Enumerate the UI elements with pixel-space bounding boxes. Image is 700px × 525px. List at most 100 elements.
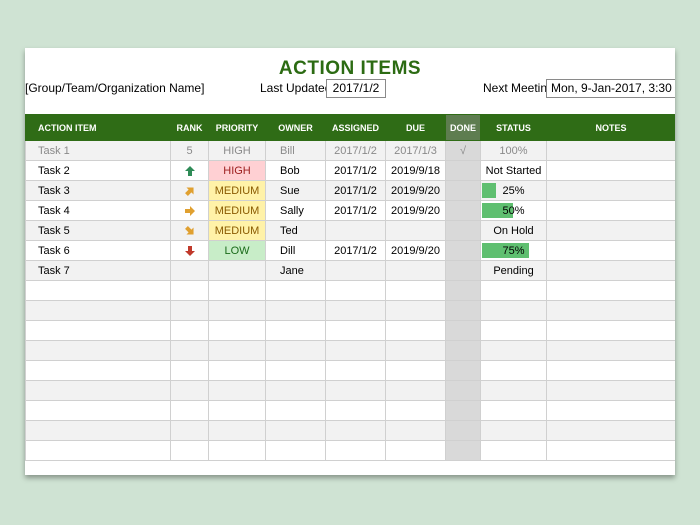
notes-cell[interactable] bbox=[546, 220, 675, 241]
priority-cell[interactable]: LOW bbox=[208, 240, 266, 261]
priority-cell[interactable]: HIGH bbox=[208, 160, 266, 181]
status-cell[interactable]: On Hold bbox=[480, 220, 547, 241]
rank-cell[interactable] bbox=[170, 360, 209, 381]
done-cell[interactable] bbox=[445, 360, 481, 381]
action-item-cell[interactable]: Task 5 bbox=[25, 220, 171, 241]
status-cell[interactable] bbox=[480, 360, 547, 381]
next-meeting-field[interactable]: Mon, 9-Jan-2017, 3:30 PM bbox=[546, 79, 675, 98]
owner-cell[interactable]: Bob bbox=[265, 160, 326, 181]
done-cell[interactable] bbox=[445, 380, 481, 401]
assigned-cell[interactable]: 2017/1/2 bbox=[325, 140, 386, 161]
priority-cell[interactable]: MEDIUM bbox=[208, 200, 266, 221]
rank-cell[interactable] bbox=[170, 180, 209, 201]
due-cell[interactable]: 2019/9/20 bbox=[385, 180, 446, 201]
notes-cell[interactable] bbox=[546, 160, 675, 181]
column-header-status[interactable]: STATUS bbox=[480, 114, 547, 141]
done-cell[interactable]: √ bbox=[445, 140, 481, 161]
rank-cell[interactable] bbox=[170, 440, 209, 461]
owner-cell[interactable] bbox=[265, 420, 326, 441]
owner-cell[interactable] bbox=[265, 340, 326, 361]
assigned-cell[interactable] bbox=[325, 280, 386, 301]
status-cell[interactable] bbox=[480, 340, 547, 361]
priority-cell[interactable] bbox=[208, 380, 266, 401]
priority-cell[interactable] bbox=[208, 340, 266, 361]
owner-cell[interactable] bbox=[265, 320, 326, 341]
priority-cell[interactable] bbox=[208, 360, 266, 381]
priority-cell[interactable] bbox=[208, 400, 266, 421]
rank-cell[interactable] bbox=[170, 340, 209, 361]
done-cell[interactable] bbox=[445, 260, 481, 281]
notes-cell[interactable] bbox=[546, 420, 675, 441]
done-cell[interactable] bbox=[445, 200, 481, 221]
owner-cell[interactable]: Bill bbox=[265, 140, 326, 161]
column-header-action-item[interactable]: ACTION ITEM bbox=[25, 114, 171, 141]
notes-cell[interactable] bbox=[546, 320, 675, 341]
due-cell[interactable]: 2019/9/20 bbox=[385, 240, 446, 261]
due-cell[interactable] bbox=[385, 300, 446, 321]
done-cell[interactable] bbox=[445, 280, 481, 301]
column-header-done[interactable]: DONE bbox=[445, 114, 481, 141]
priority-cell[interactable] bbox=[208, 300, 266, 321]
rank-cell[interactable] bbox=[170, 240, 209, 261]
status-cell[interactable]: 50% bbox=[480, 200, 547, 221]
status-cell[interactable] bbox=[480, 420, 547, 441]
owner-cell[interactable] bbox=[265, 360, 326, 381]
due-cell[interactable] bbox=[385, 320, 446, 341]
due-cell[interactable] bbox=[385, 340, 446, 361]
done-cell[interactable] bbox=[445, 220, 481, 241]
done-cell[interactable] bbox=[445, 420, 481, 441]
action-item-cell[interactable] bbox=[25, 400, 171, 421]
status-cell[interactable]: 75% bbox=[480, 240, 547, 261]
owner-cell[interactable] bbox=[265, 440, 326, 461]
column-header-priority[interactable]: PRIORITY bbox=[208, 114, 266, 141]
notes-cell[interactable] bbox=[546, 260, 675, 281]
assigned-cell[interactable] bbox=[325, 400, 386, 421]
action-item-cell[interactable] bbox=[25, 420, 171, 441]
action-item-cell[interactable] bbox=[25, 280, 171, 301]
action-item-cell[interactable] bbox=[25, 440, 171, 461]
status-cell[interactable]: Pending bbox=[480, 260, 547, 281]
notes-cell[interactable] bbox=[546, 280, 675, 301]
done-cell[interactable] bbox=[445, 300, 481, 321]
notes-cell[interactable] bbox=[546, 380, 675, 401]
assigned-cell[interactable] bbox=[325, 380, 386, 401]
last-updated-field[interactable]: 2017/1/2 bbox=[326, 79, 386, 98]
rank-cell[interactable] bbox=[170, 160, 209, 181]
notes-cell[interactable] bbox=[546, 140, 675, 161]
action-item-cell[interactable]: Task 7 bbox=[25, 260, 171, 281]
assigned-cell[interactable] bbox=[325, 340, 386, 361]
rank-cell[interactable] bbox=[170, 300, 209, 321]
assigned-cell[interactable]: 2017/1/2 bbox=[325, 180, 386, 201]
rank-cell[interactable] bbox=[170, 420, 209, 441]
priority-cell[interactable] bbox=[208, 420, 266, 441]
rank-cell[interactable] bbox=[170, 380, 209, 401]
assigned-cell[interactable] bbox=[325, 440, 386, 461]
assigned-cell[interactable] bbox=[325, 260, 386, 281]
status-cell[interactable]: 25% bbox=[480, 180, 547, 201]
notes-cell[interactable] bbox=[546, 340, 675, 361]
owner-cell[interactable]: Dill bbox=[265, 240, 326, 261]
rank-cell[interactable]: 5 bbox=[170, 140, 209, 161]
notes-cell[interactable] bbox=[546, 180, 675, 201]
assigned-cell[interactable] bbox=[325, 300, 386, 321]
notes-cell[interactable] bbox=[546, 300, 675, 321]
owner-cell[interactable]: Sally bbox=[265, 200, 326, 221]
due-cell[interactable] bbox=[385, 380, 446, 401]
done-cell[interactable] bbox=[445, 400, 481, 421]
assigned-cell[interactable]: 2017/1/2 bbox=[325, 240, 386, 261]
owner-cell[interactable] bbox=[265, 380, 326, 401]
action-item-cell[interactable]: Task 1 bbox=[25, 140, 171, 161]
notes-cell[interactable] bbox=[546, 200, 675, 221]
rank-cell[interactable] bbox=[170, 280, 209, 301]
owner-cell[interactable]: Sue bbox=[265, 180, 326, 201]
done-cell[interactable] bbox=[445, 160, 481, 181]
action-item-cell[interactable]: Task 4 bbox=[25, 200, 171, 221]
notes-cell[interactable] bbox=[546, 240, 675, 261]
due-cell[interactable] bbox=[385, 440, 446, 461]
status-cell[interactable]: 100% bbox=[480, 140, 547, 161]
done-cell[interactable] bbox=[445, 320, 481, 341]
rank-cell[interactable] bbox=[170, 200, 209, 221]
done-cell[interactable] bbox=[445, 240, 481, 261]
status-cell[interactable] bbox=[480, 400, 547, 421]
action-item-cell[interactable] bbox=[25, 340, 171, 361]
